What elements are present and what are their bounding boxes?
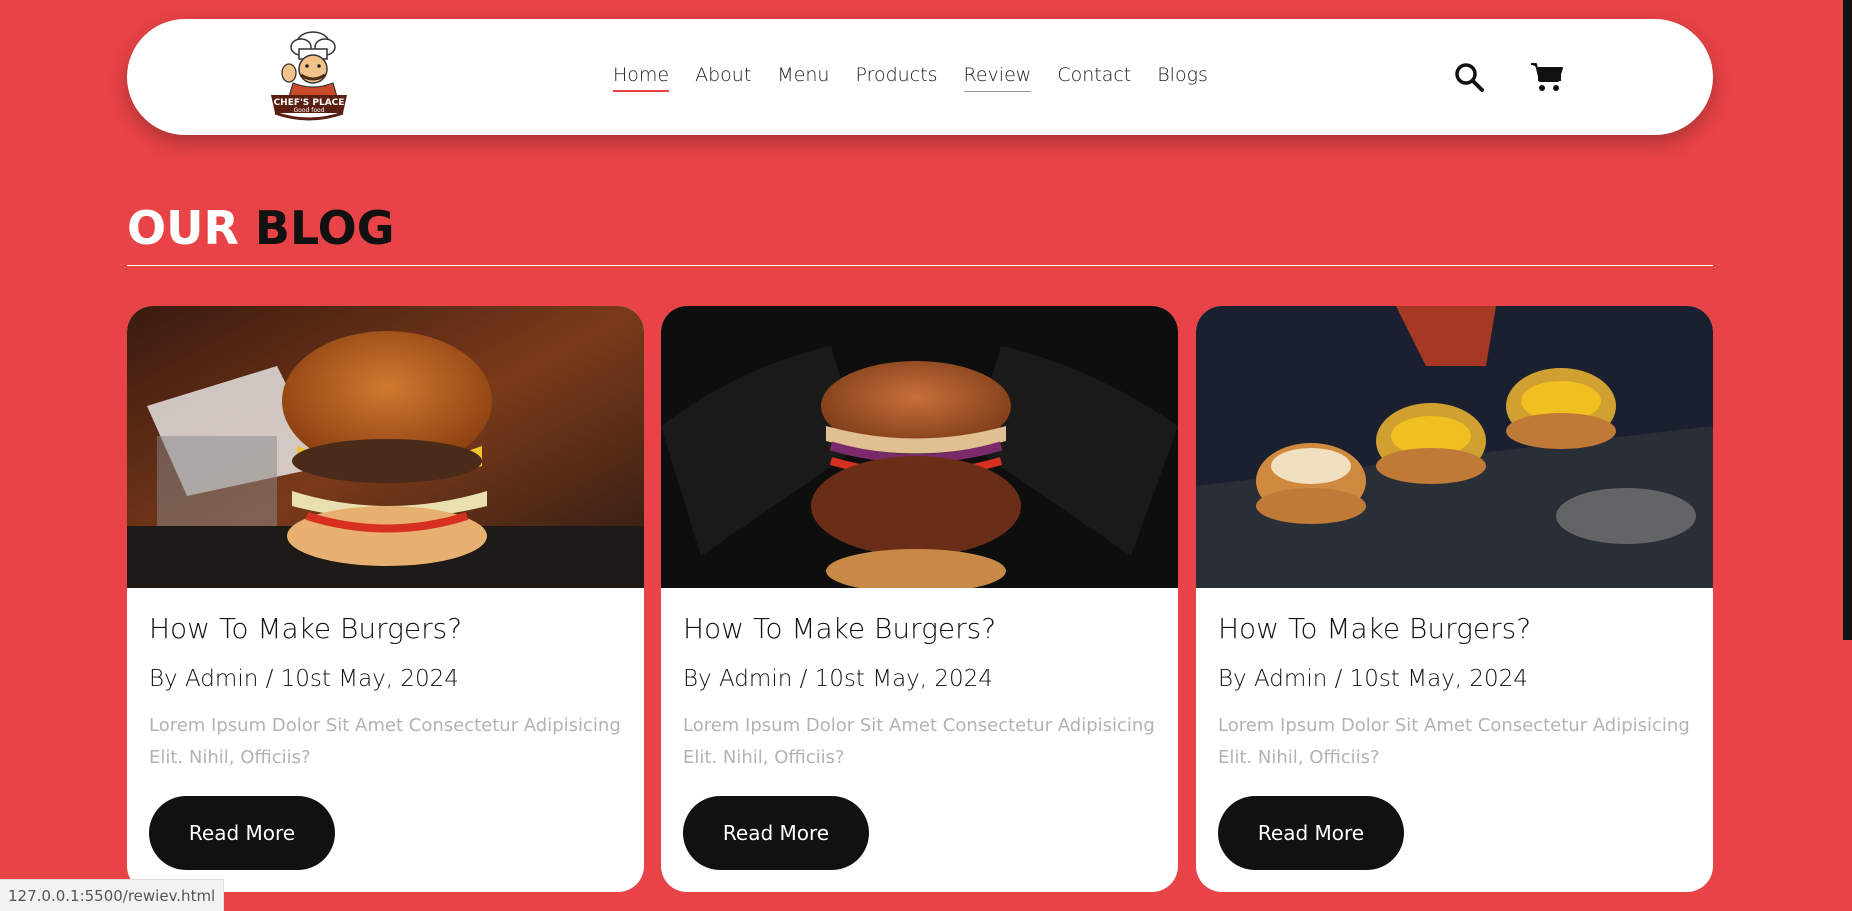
nav-products[interactable]: Products <box>855 64 937 90</box>
blog-card: How To Make Burgers? By Admin / 10st May… <box>127 306 644 892</box>
read-more-button[interactable]: Read More <box>683 796 869 870</box>
blog-card: How To Make Burgers? By Admin / 10st May… <box>661 306 1178 892</box>
blog-card-title[interactable]: How To Make Burgers? <box>683 612 996 645</box>
logo-tagline: Good food <box>294 107 325 114</box>
cart-icon[interactable] <box>1529 59 1565 95</box>
section-title: OUR BLOG <box>127 201 395 255</box>
read-more-button[interactable]: Read More <box>149 796 335 870</box>
blog-card-description: Lorem Ipsum Dolor Sit Amet Consectetur A… <box>1218 715 1690 768</box>
scrollbar-thumb[interactable] <box>1843 0 1852 640</box>
blog-card-meta: By Admin / 10st May, 2024 <box>149 666 459 692</box>
section-title-part2: BLOG <box>254 201 395 255</box>
blog-card-description: Lorem Ipsum Dolor Sit Amet Consectetur A… <box>149 715 621 768</box>
blog-card-image <box>1196 306 1713 588</box>
page-scrollbar[interactable] <box>1843 0 1852 911</box>
browser-status-url: 127.0.0.1:5500/rewiev.html <box>0 879 225 911</box>
blog-card-meta: By Admin / 10st May, 2024 <box>1218 666 1528 692</box>
blog-card-meta: By Admin / 10st May, 2024 <box>683 666 993 692</box>
blog-card-description: Lorem Ipsum Dolor Sit Amet Consectetur A… <box>683 715 1155 768</box>
section-title-part1: OUR <box>127 201 239 255</box>
nav-blogs[interactable]: Blogs <box>1157 64 1208 90</box>
search-icon[interactable] <box>1451 59 1487 95</box>
main-nav: Home About Menu Products Review Contact … <box>613 19 1234 135</box>
nav-home[interactable]: Home <box>613 64 670 92</box>
blog-card-image <box>661 306 1178 588</box>
blog-card: How To Make Burgers? By Admin / 10st May… <box>1196 306 1713 892</box>
nav-contact[interactable]: Contact <box>1057 64 1131 90</box>
site-header: CHEF'S PLACE Good food Home About Menu P… <box>127 19 1713 135</box>
nav-about[interactable]: About <box>695 64 751 90</box>
blog-card-image <box>127 306 644 588</box>
chefs-place-logo[interactable]: CHEF'S PLACE Good food <box>263 29 355 125</box>
section-divider <box>127 265 1713 266</box>
nav-menu[interactable]: Menu <box>777 64 829 90</box>
blog-card-title[interactable]: How To Make Burgers? <box>1218 612 1531 645</box>
nav-review[interactable]: Review <box>963 64 1031 92</box>
blog-card-title[interactable]: How To Make Burgers? <box>149 612 462 645</box>
read-more-button[interactable]: Read More <box>1218 796 1404 870</box>
